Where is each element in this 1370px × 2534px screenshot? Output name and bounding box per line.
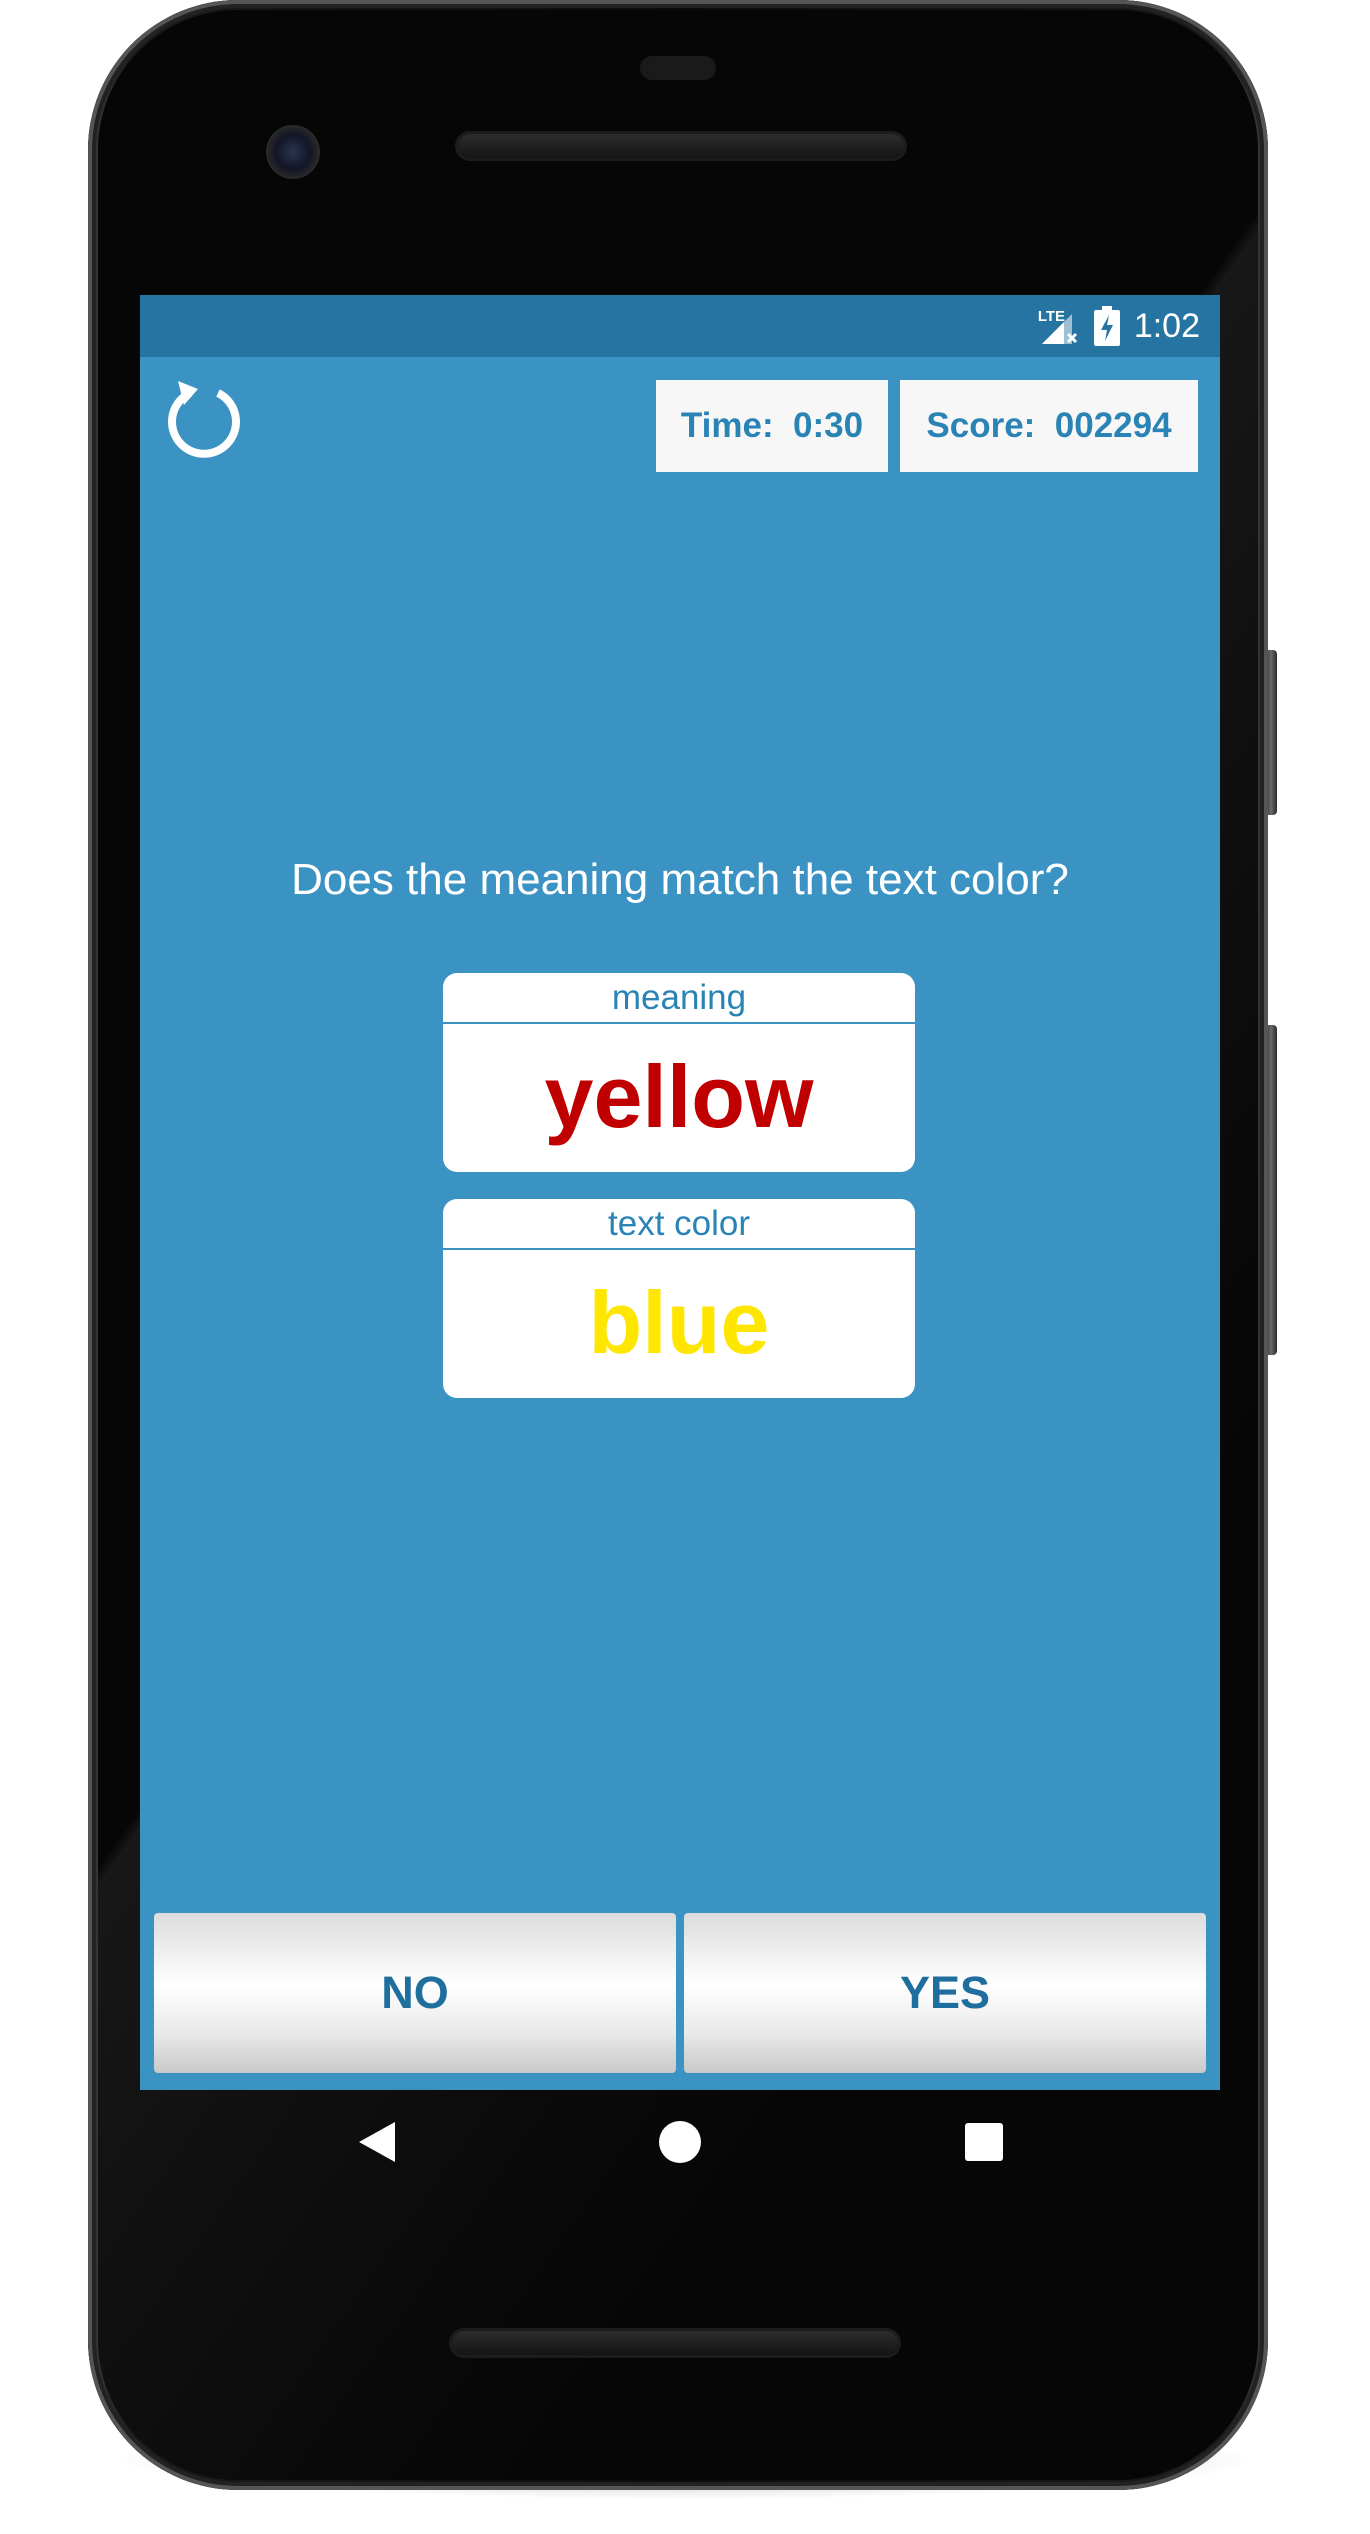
- status-bar: LTE 1:02: [140, 295, 1220, 357]
- navigation-bar: [140, 2090, 1220, 2214]
- question-text: Does the meaning match the text color?: [291, 855, 1069, 904]
- meaning-card-label: meaning: [443, 973, 915, 1024]
- score-display: Score: 002294: [900, 380, 1198, 472]
- text-color-card-label: text color: [443, 1199, 915, 1250]
- back-button[interactable]: [347, 2112, 407, 2172]
- no-button[interactable]: NO: [154, 1913, 676, 2073]
- earpiece-speaker: [458, 134, 904, 158]
- app-screen: LTE 1:02 Time: 0:30 Score: 002294 Does t…: [140, 295, 1220, 2090]
- status-clock: 1:02: [1133, 306, 1200, 345]
- home-circle-icon: [659, 2121, 701, 2163]
- recents-square-icon: [965, 2123, 1003, 2161]
- yes-button[interactable]: YES: [684, 1913, 1206, 2073]
- proximity-sensor: [640, 56, 716, 80]
- device-frame-stage: LTE 1:02 Time: 0:30 Score: 002294 Does t…: [0, 0, 1370, 2534]
- signal-icon: LTE: [1036, 304, 1080, 348]
- home-button[interactable]: [650, 2112, 710, 2172]
- refresh-icon[interactable]: [160, 377, 244, 461]
- time-display: Time: 0:30: [656, 380, 888, 472]
- recents-button[interactable]: [954, 2112, 1014, 2172]
- text-color-card: text color blue: [443, 1199, 915, 1398]
- text-color-word: blue: [588, 1273, 770, 1372]
- back-triangle-icon: [359, 2122, 395, 2162]
- meaning-word: yellow: [544, 1047, 814, 1146]
- bottom-speaker: [452, 2331, 898, 2355]
- answer-bar: NO YES: [154, 1913, 1206, 2073]
- battery-charging-icon: [1093, 306, 1120, 346]
- status-icons: LTE 1:02: [1036, 295, 1200, 357]
- meaning-card: meaning yellow: [443, 973, 915, 1172]
- front-camera: [266, 125, 320, 179]
